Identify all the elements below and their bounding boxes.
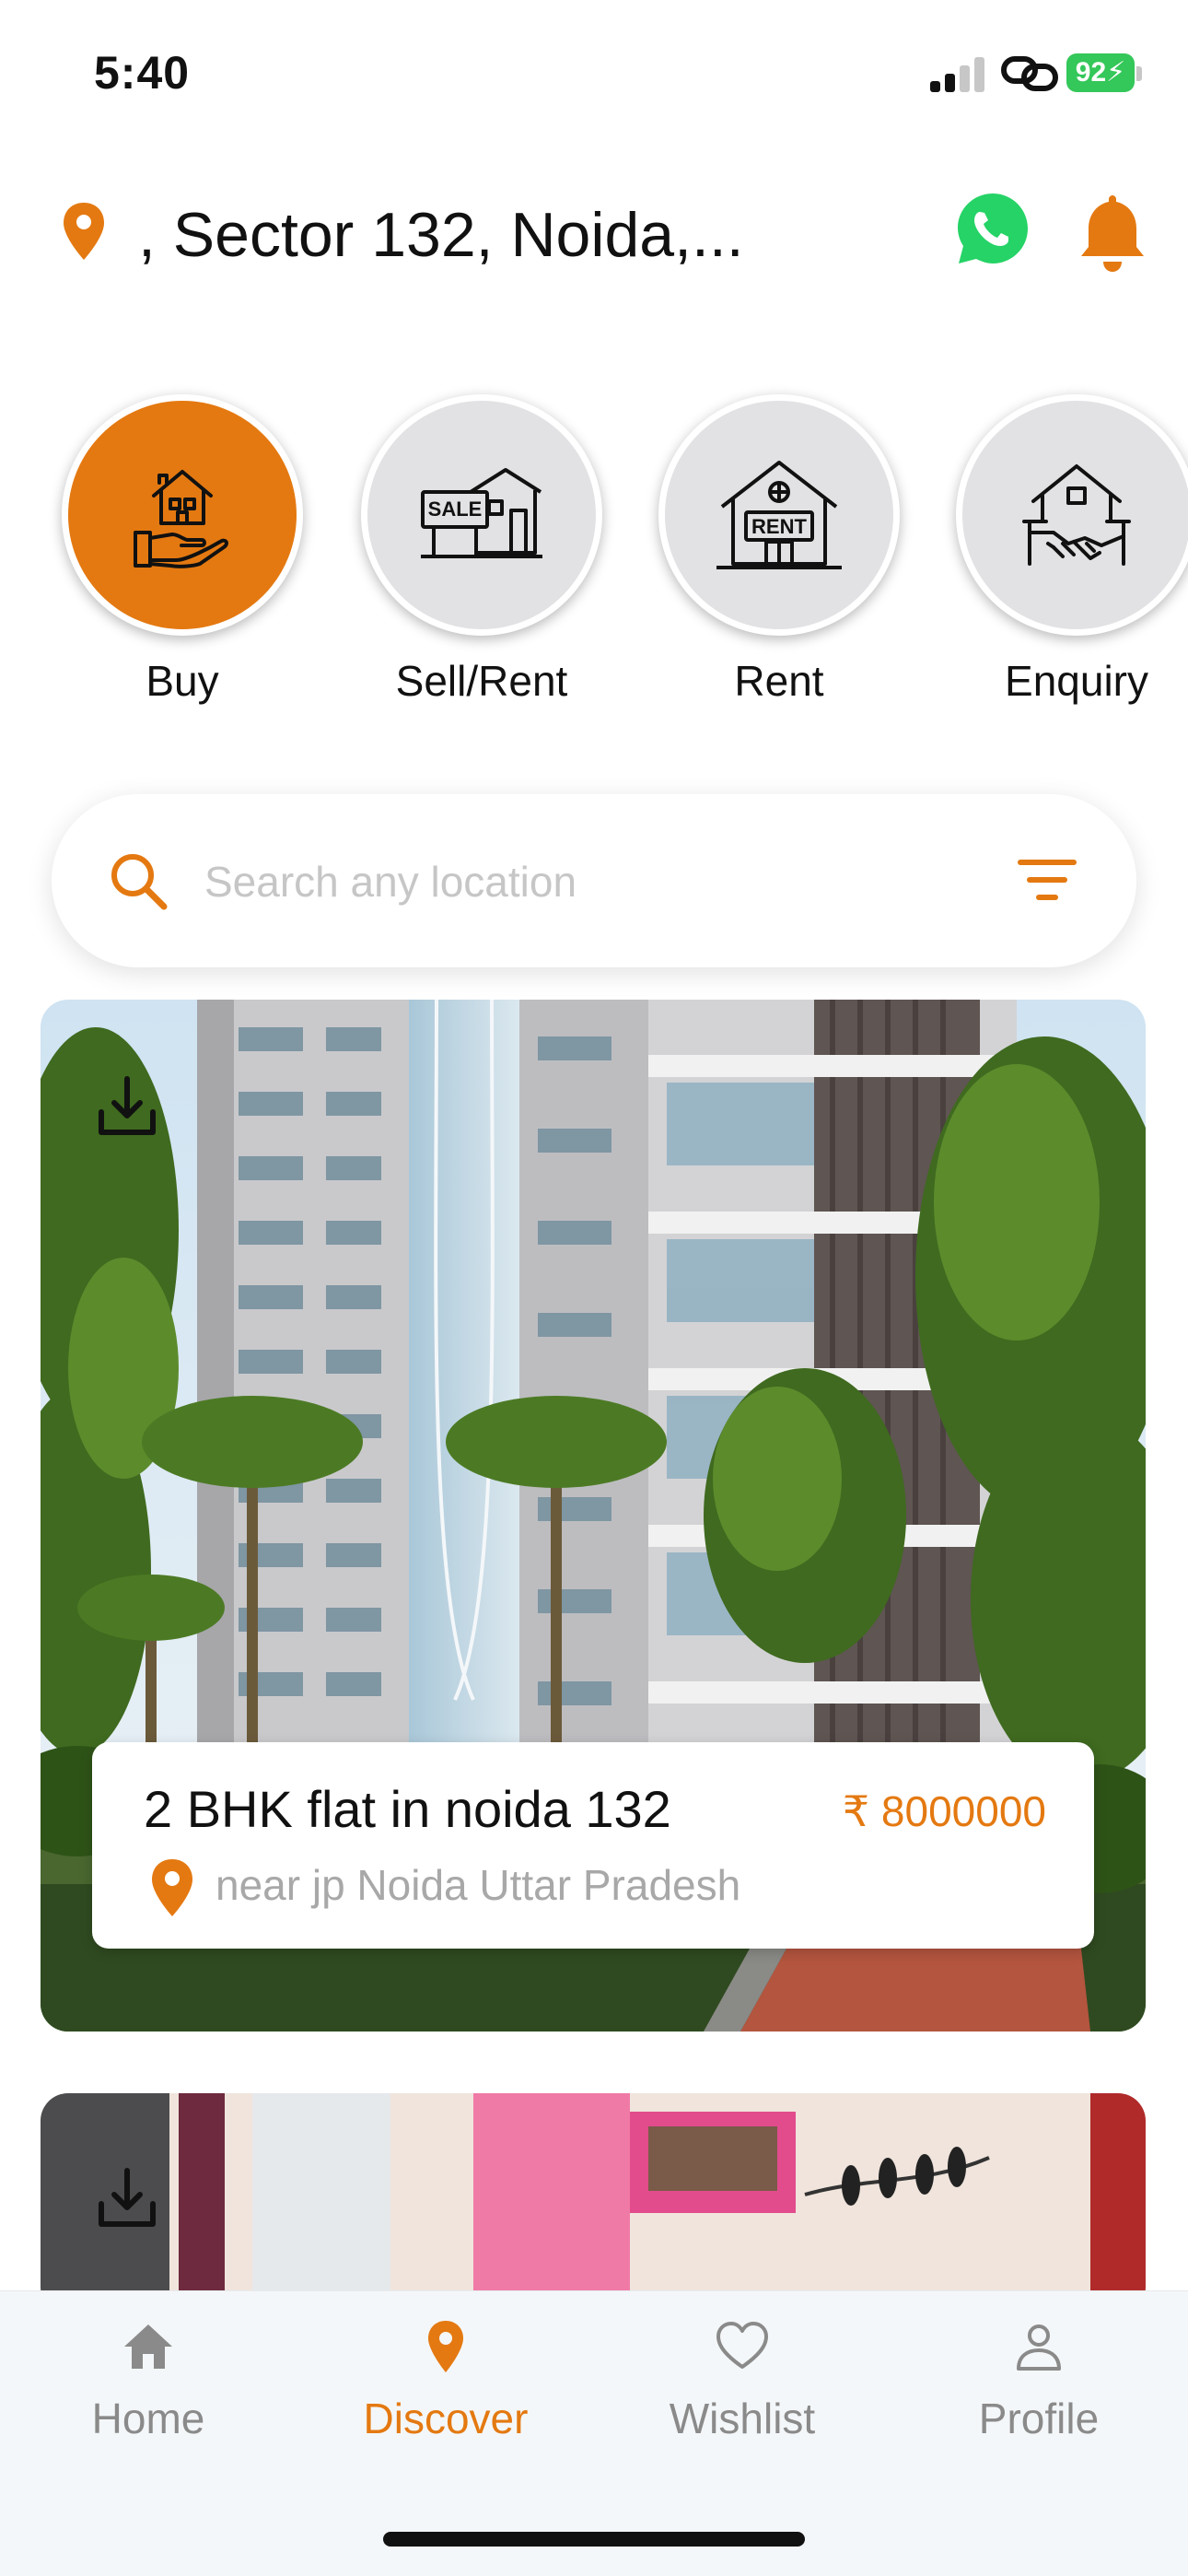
property-card[interactable]: 2 BHK flat in noida 132 ₹ 8000000 near j… <box>41 1000 1146 2032</box>
personal-hotspot-icon <box>1001 56 1058 91</box>
svg-text:RENT: RENT <box>751 515 807 538</box>
category-rent-label: Rent <box>734 657 824 705</box>
status-time: 5:40 <box>94 47 191 99</box>
property-info-box[interactable]: 2 BHK flat in noida 132 ₹ 8000000 near j… <box>92 1742 1094 1949</box>
category-enquiry-circle[interactable] <box>956 394 1188 636</box>
category-buy-circle[interactable] <box>62 394 303 636</box>
category-sell-rent[interactable]: SALE Sell/Rent <box>357 394 606 706</box>
property-card[interactable] <box>41 2093 1146 2314</box>
heart-icon <box>716 2322 768 2369</box>
category-buy[interactable]: Buy <box>58 394 307 706</box>
svg-text:SALE: SALE <box>428 498 483 521</box>
property-address: near jp Noida Uttar Pradesh <box>215 1861 741 1909</box>
charging-icon: ⚡ <box>1106 57 1126 88</box>
user-icon <box>1017 2324 1061 2371</box>
search-bar[interactable] <box>52 794 1136 967</box>
search-input[interactable] <box>204 840 960 923</box>
download-icon[interactable] <box>94 1073 160 1140</box>
current-location[interactable]: , Sector 132, Noida,... <box>138 199 744 271</box>
battery-level: 92 <box>1075 57 1107 88</box>
category-enquiry-label: Enquiry <box>1005 657 1148 705</box>
category-rent-circle[interactable]: RENT <box>658 394 900 636</box>
battery-cap <box>1136 66 1142 81</box>
home-indicator[interactable] <box>383 2532 805 2547</box>
nav-profile[interactable]: Profile <box>901 2319 1177 2443</box>
category-buy-label: Buy <box>146 657 219 705</box>
notification-bell-icon[interactable] <box>1074 190 1151 275</box>
sale-house-icon: SALE <box>421 468 542 558</box>
location-pin-icon <box>428 2321 463 2372</box>
category-enquiry[interactable]: Enquiry <box>952 394 1188 706</box>
nav-discover[interactable]: Discover <box>308 2319 584 2443</box>
nav-wishlist-label: Wishlist <box>669 2395 816 2442</box>
nav-wishlist[interactable]: Wishlist <box>604 2319 880 2443</box>
home-icon <box>124 2324 172 2369</box>
nav-home-label: Home <box>91 2395 205 2442</box>
property-image[interactable] <box>41 2093 1146 2314</box>
whatsapp-icon[interactable] <box>954 190 1031 267</box>
property-title[interactable]: 2 BHK flat in noida 132 <box>144 1779 671 1839</box>
location-pin-icon <box>152 1859 192 1916</box>
cellular-signal-icon <box>930 55 987 92</box>
filter-icon[interactable] <box>1017 855 1077 905</box>
rent-house-icon: RENT <box>716 461 842 569</box>
handshake-house-icon <box>1022 464 1131 566</box>
nav-profile-label: Profile <box>978 2395 1100 2442</box>
location-header: , Sector 132, Noida,... <box>0 184 1188 286</box>
category-sell-rent-circle[interactable]: SALE <box>361 394 602 636</box>
battery-indicator: 92⚡ <box>1066 53 1135 92</box>
category-sell-rent-label: Sell/Rent <box>395 657 568 705</box>
nav-home[interactable]: Home <box>10 2319 286 2443</box>
category-row: Buy SALE Sell/Rent RENT Rent Enquiry <box>0 394 1188 726</box>
search-icon[interactable] <box>105 848 171 914</box>
house-hand-icon <box>134 470 228 568</box>
location-pin-icon[interactable] <box>61 201 107 262</box>
status-bar: 5:40 92⚡ <box>0 0 1188 147</box>
property-price: ₹ 8000000 <box>842 1787 1046 1835</box>
nav-discover-label: Discover <box>363 2395 529 2442</box>
category-rent[interactable]: RENT Rent <box>655 394 903 706</box>
download-icon[interactable] <box>94 2165 160 2231</box>
